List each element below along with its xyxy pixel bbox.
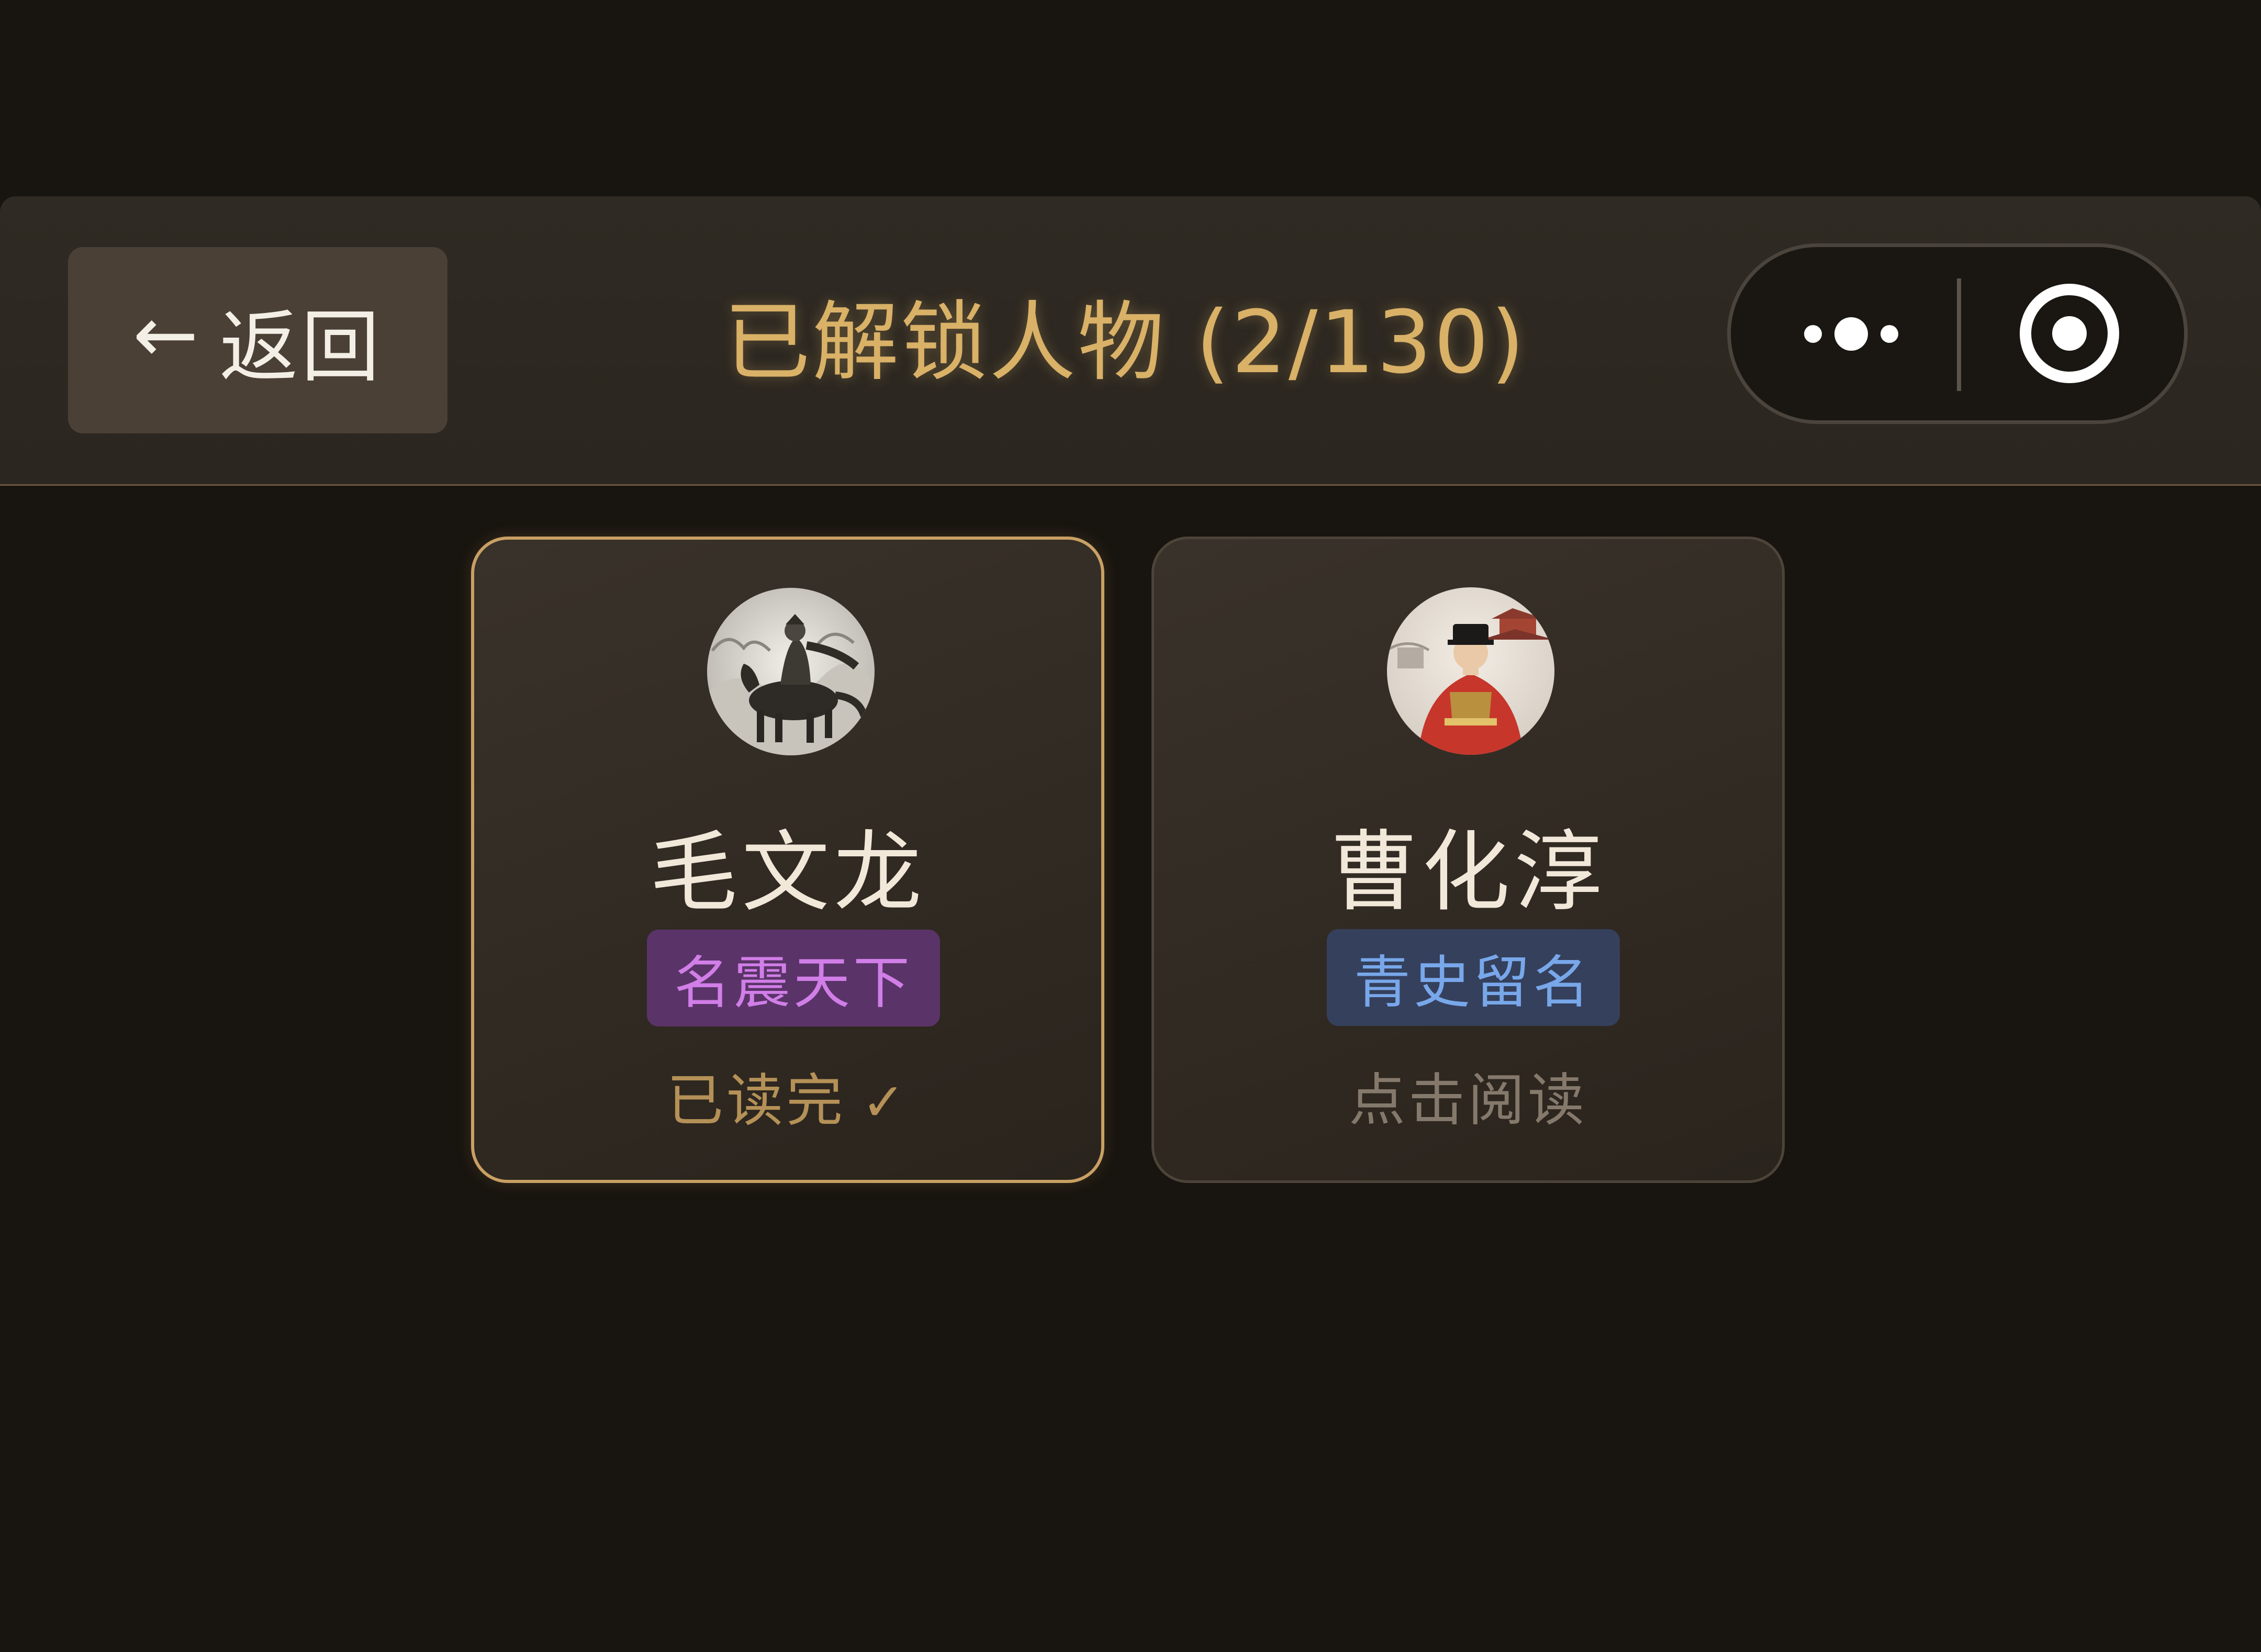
check-icon: ✓ xyxy=(861,1071,909,1133)
back-arrow-icon: ← xyxy=(132,289,199,381)
avatar xyxy=(1387,587,1554,755)
status-click-to-read: 点击阅读 xyxy=(1348,1068,1587,1133)
target-icon[interactable] xyxy=(2020,284,2119,383)
back-button[interactable]: ← 返回 xyxy=(68,247,447,433)
character-card-cao-huachun[interactable]: 曹化淳 青史留名 点击阅读 xyxy=(1151,537,1785,1183)
character-card-mao-wenlong[interactable]: 毛文龙 名震天下 已读完 ✓ xyxy=(471,537,1104,1183)
page-title: 已解锁人物 (2/130) xyxy=(724,292,1527,393)
page: ← 返回 已解锁人物 (2/130) 毛文龙 名震天下 已读完 ✓ 曹化淳 青史… xyxy=(0,0,2261,1652)
status-read-done: 已读完 ✓ xyxy=(474,1055,1101,1137)
status-text: 已读完 xyxy=(667,1068,846,1134)
header-bar: ← 返回 已解锁人物 (2/130) xyxy=(0,196,2261,486)
rank-badge: 名震天下 xyxy=(647,930,940,1026)
character-name: 曹化淳 xyxy=(1330,821,1606,923)
capsule-divider xyxy=(1957,278,1961,391)
more-dots-icon[interactable] xyxy=(1773,247,1930,420)
dot xyxy=(1804,325,1822,343)
mini-program-capsule xyxy=(1727,243,2188,424)
back-label: 返回 xyxy=(219,302,383,393)
dot xyxy=(1881,325,1898,343)
character-name: 毛文龙 xyxy=(650,821,926,924)
avatar xyxy=(707,588,875,755)
rank-badge: 青史留名 xyxy=(1327,929,1620,1026)
dot xyxy=(1834,317,1868,351)
